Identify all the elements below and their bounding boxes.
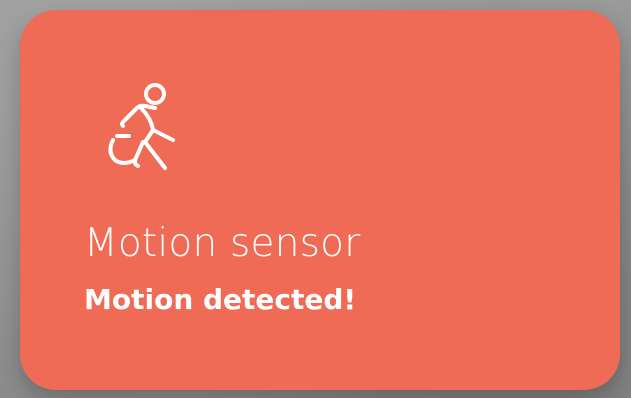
running-person-icon — [88, 78, 198, 178]
sensor-status: Motion detected! — [84, 283, 357, 316]
sensor-title: Motion sensor — [84, 221, 361, 266]
motion-sensor-card[interactable]: Motion sensor Motion detected! — [20, 10, 620, 390]
